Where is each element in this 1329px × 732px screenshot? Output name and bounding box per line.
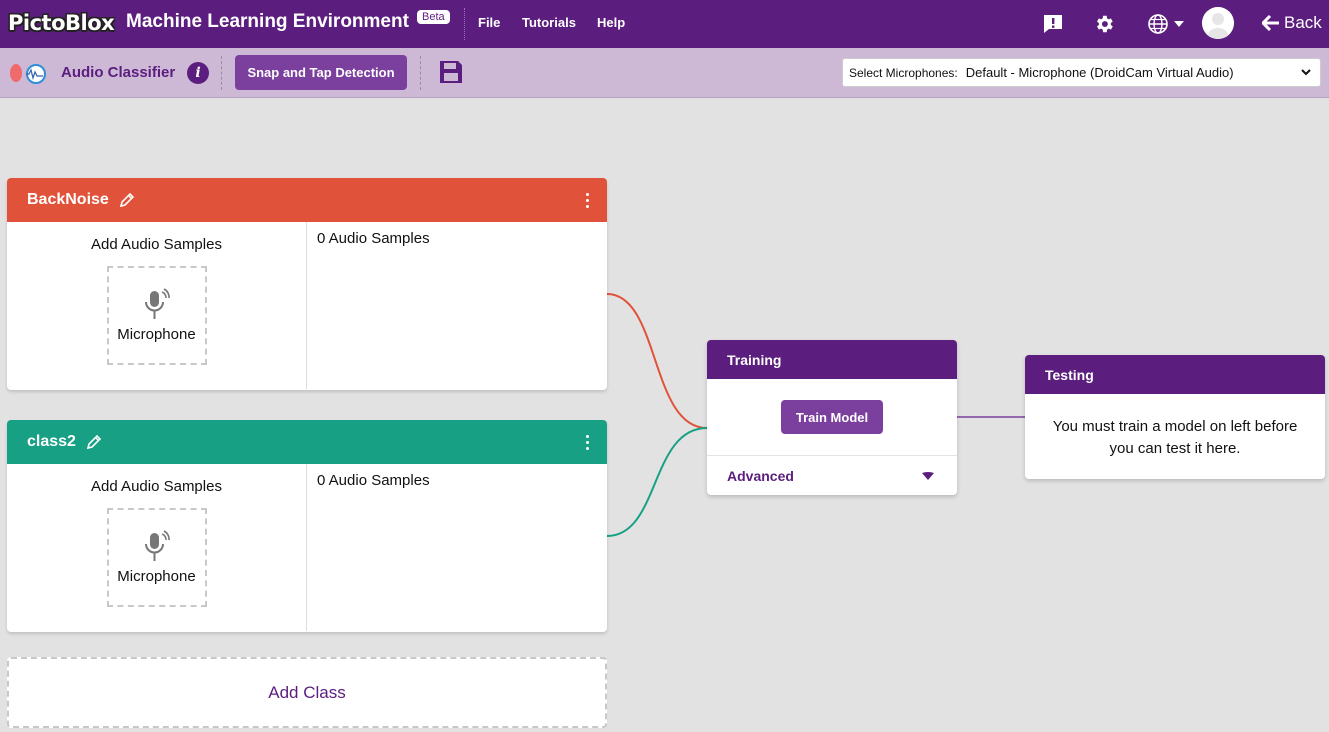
back-button[interactable]: Back bbox=[1262, 13, 1322, 33]
microphone-select[interactable]: Select Microphones: Default - Microphone… bbox=[842, 58, 1321, 87]
snap-and-tap-button[interactable]: Snap and Tap Detection bbox=[235, 55, 407, 90]
caret-down-icon bbox=[922, 472, 934, 480]
microphone-icon bbox=[144, 288, 170, 319]
testing-panel: Testing You must train a model on left b… bbox=[1025, 355, 1325, 479]
microphone-select-label: Select Microphones: bbox=[849, 65, 958, 80]
top-bar: PictoBlox Machine Learning Environment B… bbox=[0, 0, 1329, 48]
training-title: Training bbox=[707, 340, 957, 379]
add-audio-samples-label: Add Audio Samples bbox=[91, 236, 222, 253]
kebab-menu-icon[interactable] bbox=[581, 433, 593, 451]
class-card-backnoise: BackNoise Add Audio Samples Microphone 0… bbox=[7, 178, 607, 390]
page-title: Machine Learning Environment bbox=[126, 11, 409, 32]
microphone-icon bbox=[144, 530, 170, 561]
pencil-icon[interactable] bbox=[85, 433, 103, 451]
globe-icon[interactable] bbox=[1144, 12, 1188, 36]
beta-badge: Beta bbox=[417, 10, 450, 24]
feedback-icon[interactable] bbox=[1041, 12, 1065, 36]
divider bbox=[221, 56, 222, 90]
advanced-toggle[interactable]: Advanced bbox=[707, 455, 957, 495]
add-audio-samples-label: Add Audio Samples bbox=[91, 478, 222, 495]
sample-count: 0 Audio Samples bbox=[317, 472, 430, 489]
back-label: Back bbox=[1284, 13, 1322, 32]
menu-help[interactable]: Help bbox=[597, 15, 625, 30]
pictoblox-logo[interactable]: PictoBlox bbox=[8, 11, 115, 35]
sample-count: 0 Audio Samples bbox=[317, 230, 430, 247]
audio-classifier-icon bbox=[8, 62, 50, 84]
microphone-label: Microphone bbox=[117, 326, 196, 343]
testing-message: You must train a model on left before yo… bbox=[1052, 418, 1298, 457]
kebab-menu-icon[interactable] bbox=[581, 191, 593, 209]
class-name: BackNoise bbox=[27, 191, 109, 208]
gear-icon[interactable] bbox=[1092, 12, 1116, 36]
divider bbox=[464, 8, 465, 40]
info-icon[interactable]: i bbox=[187, 62, 209, 84]
arrow-left-icon bbox=[1262, 15, 1279, 31]
microphone-select-value: Default - Microphone (DroidCam Virtual A… bbox=[965, 65, 1234, 80]
testing-title: Testing bbox=[1025, 355, 1325, 394]
avatar[interactable] bbox=[1202, 7, 1234, 39]
class-card-header: class2 bbox=[7, 420, 607, 464]
training-panel: Training Train Model Advanced bbox=[707, 340, 957, 495]
class-name: class2 bbox=[27, 433, 76, 450]
pencil-icon[interactable] bbox=[118, 191, 136, 209]
advanced-label: Advanced bbox=[727, 467, 794, 484]
chevron-down-icon bbox=[1301, 69, 1311, 76]
microphone-label: Microphone bbox=[117, 568, 196, 585]
save-icon[interactable] bbox=[438, 59, 464, 85]
microphone-button[interactable]: Microphone bbox=[106, 508, 207, 607]
menu-tutorials[interactable]: Tutorials bbox=[522, 15, 576, 30]
train-model-button[interactable]: Train Model bbox=[781, 400, 883, 434]
add-class-button[interactable]: Add Class bbox=[7, 657, 607, 728]
divider bbox=[420, 56, 421, 90]
class-card-header: BackNoise bbox=[7, 178, 607, 222]
project-title: Audio Classifier bbox=[61, 64, 176, 81]
menu-file[interactable]: File bbox=[478, 15, 500, 30]
class-card-class2: class2 Add Audio Samples Microphone 0 Au… bbox=[7, 420, 607, 632]
chevron-down-icon bbox=[1174, 21, 1184, 27]
microphone-button[interactable]: Microphone bbox=[106, 266, 207, 365]
